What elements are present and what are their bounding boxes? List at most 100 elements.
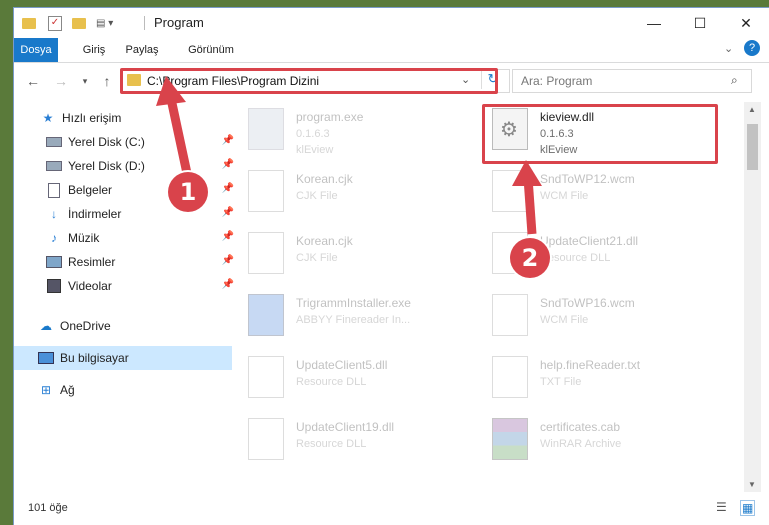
file-type: WCM File (540, 190, 589, 202)
properties-icon[interactable]: ✓ (48, 15, 62, 31)
file-type: ABBYY Finereader In... (296, 314, 411, 326)
vertical-scrollbar[interactable]: ▲ ▼ (744, 102, 761, 492)
search-placeholder: Ara: Program (521, 74, 593, 88)
tab-view[interactable]: Görünüm (180, 38, 242, 62)
file-item[interactable]: UpdateClient5.dll Resource DLL (240, 350, 480, 410)
sidebar-item-label: Hızlı erişim (62, 111, 122, 125)
callout-1: 1 (168, 172, 208, 212)
file-name: SndToWP16.wcm (540, 296, 635, 310)
archive-icon (492, 418, 528, 460)
drive-icon (46, 135, 62, 149)
file-name: Korean.cjk (296, 172, 353, 186)
navigation-pane: ★ Hızlı erişim Yerel Disk (C:) 📌 Yerel D… (14, 102, 234, 492)
exe-icon (248, 108, 284, 150)
sidebar-item-label: Videolar (68, 279, 112, 293)
file-name: certificates.cab (540, 420, 621, 434)
tab-share[interactable]: Paylaş (120, 38, 164, 62)
file-type: Resource DLL (296, 438, 367, 450)
sidebar-item-label: Yerel Disk (C:) (68, 135, 145, 149)
divider (144, 16, 145, 30)
file-type: Resource DLL (540, 252, 611, 264)
item-count: 101 öğe (28, 502, 68, 514)
sidebar-item-disk-d[interactable]: Yerel Disk (D:) 📌 (14, 154, 240, 178)
file-name: TrigrammInstaller.exe (296, 296, 411, 310)
dll-gear-icon (248, 356, 284, 398)
download-icon: ↓ (51, 207, 57, 221)
title-bar: ✓ ▤ ▾ Program — ☐ ✕ (14, 8, 769, 38)
scroll-down-icon[interactable]: ▼ (748, 480, 756, 489)
recent-locations-icon[interactable]: ▾ (74, 70, 96, 92)
sidebar-item-onedrive[interactable]: ☁ OneDrive (14, 314, 232, 338)
file-name: UpdateClient5.dll (296, 358, 388, 372)
up-arrow-icon[interactable]: ↑ (96, 70, 118, 92)
sidebar-item-disk-c[interactable]: Yerel Disk (C:) 📌 (14, 130, 240, 154)
help-icon[interactable]: ? (744, 40, 760, 56)
sidebar-item-network[interactable]: ⊞ Ağ (14, 378, 232, 402)
file-type: CJK File (296, 252, 338, 264)
search-input[interactable]: Ara: Program ⌕ (512, 69, 752, 93)
minimize-button[interactable]: — (631, 8, 677, 38)
sidebar-item-this-pc[interactable]: Bu bilgisayar (14, 346, 232, 370)
tab-home[interactable]: Giriş (76, 38, 112, 62)
computer-icon (38, 351, 54, 365)
customize-icon[interactable]: ▤ ▾ (96, 18, 113, 29)
file-type: CJK File (296, 190, 338, 202)
folder-icon[interactable] (22, 17, 36, 29)
file-item[interactable]: program.exe 0.1.6.3 klEview (240, 102, 480, 162)
file-name: SndToWP12.wcm (540, 172, 635, 186)
file-item[interactable]: Korean.cjk CJK File (240, 164, 480, 224)
sidebar-item-label: Müzik (68, 231, 100, 245)
sidebar-item-label: Ağ (60, 383, 75, 397)
file-type: WinRAR Archive (540, 438, 622, 450)
tab-file[interactable]: Dosya (14, 38, 58, 62)
installer-icon (248, 294, 284, 336)
sidebar-item-downloads[interactable]: ↓ İndirmeler 📌 (14, 202, 240, 226)
sidebar-item-pictures[interactable]: Resimler 📌 (14, 250, 240, 274)
file-version: 0.1.6.3 (296, 128, 330, 140)
highlight-kieview-dll (482, 104, 718, 164)
drive-icon (46, 159, 62, 173)
search-icon: ⌕ (731, 73, 738, 87)
file-name: help.fineReader.txt (540, 358, 641, 372)
forward-arrow-icon[interactable]: → (50, 70, 72, 92)
maximize-button[interactable]: ☐ (677, 8, 723, 38)
status-bar: 101 öğe ☰ ▦ (14, 500, 769, 524)
file-item[interactable]: TrigrammInstaller.exe ABBYY Finereader I… (240, 288, 480, 348)
dll-gear-icon (248, 418, 284, 460)
star-icon: ★ (42, 111, 54, 125)
sidebar-item-label: Belgeler (68, 183, 113, 197)
file-icon (248, 170, 284, 212)
ribbon: Dosya Giriş Paylaş Görünüm ⌄ ? (14, 38, 769, 63)
large-icons-view-icon[interactable]: ▦ (740, 500, 756, 516)
sidebar-item-music[interactable]: ♪ Müzik 📌 (14, 226, 240, 250)
file-item[interactable]: SndToWP12.wcm WCM File (484, 164, 724, 224)
sidebar-item-label: Yerel Disk (D:) (68, 159, 145, 173)
details-view-icon[interactable]: ☰ (716, 500, 727, 514)
sidebar-item-label: Resimler (68, 255, 116, 269)
text-file-icon (492, 356, 528, 398)
file-name: program.exe (296, 110, 364, 124)
file-item[interactable]: certificates.cab WinRAR Archive (484, 412, 724, 472)
file-item[interactable]: SndToWP16.wcm WCM File (484, 288, 724, 348)
file-type: TXT File (540, 376, 582, 388)
file-item[interactable]: UpdateClient19.dll Resource DLL (240, 412, 480, 472)
highlight-address-bar (120, 68, 498, 94)
file-type: WCM File (540, 314, 589, 326)
sidebar-item-videos[interactable]: Videolar 📌 (14, 274, 240, 298)
expand-ribbon-icon[interactable]: ⌄ (724, 42, 733, 55)
documents-icon (46, 182, 62, 198)
file-item[interactable]: help.fineReader.txt TXT File (484, 350, 724, 410)
file-name: UpdateClient19.dll (296, 420, 395, 434)
cloud-icon: ☁ (40, 319, 52, 333)
videos-icon (46, 279, 62, 293)
sidebar-item-quick-access[interactable]: ★ Hızlı erişim (14, 106, 234, 130)
file-item[interactable]: Korean.cjk CJK File (240, 226, 480, 286)
scrollbar-thumb[interactable] (747, 124, 758, 170)
scroll-up-icon[interactable]: ▲ (748, 105, 756, 114)
new-folder-icon[interactable] (72, 17, 86, 29)
back-arrow-icon[interactable]: ← (22, 70, 44, 92)
file-company: klEview (296, 144, 334, 156)
sidebar-item-label: Bu bilgisayar (60, 351, 129, 365)
close-button[interactable]: ✕ (723, 8, 769, 38)
sidebar-item-label: İndirmeler (68, 207, 122, 221)
